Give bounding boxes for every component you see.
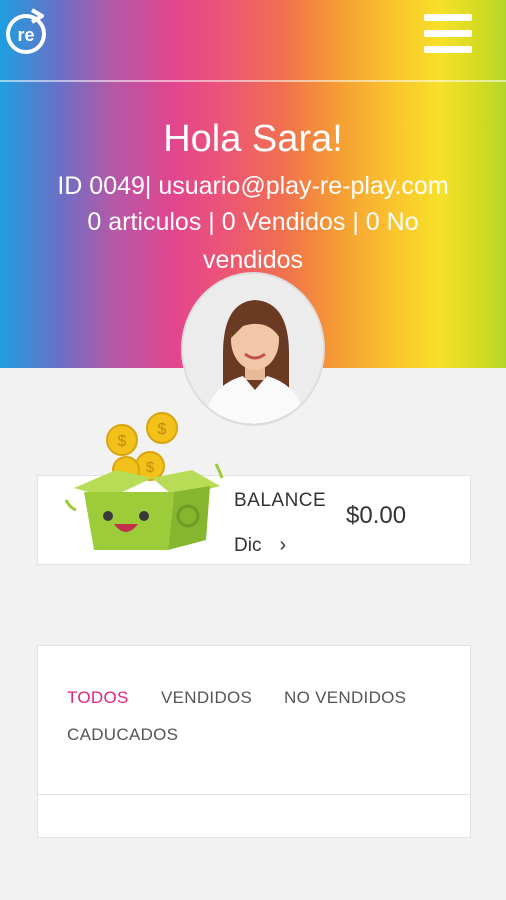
greeting-title: Hola Sara! <box>163 118 343 160</box>
svg-text:$: $ <box>158 421 167 438</box>
tab-no-vendidos[interactable]: NO VENDIDOS <box>284 688 406 708</box>
topbar-divider <box>0 80 506 82</box>
hamburger-menu-icon[interactable] <box>424 14 472 54</box>
chevron-right-icon: › <box>279 534 287 556</box>
balance-amount: $0.00 <box>346 502 407 529</box>
tab-vendidos[interactable]: VENDIDOS <box>161 688 252 708</box>
replay-logo-icon[interactable]: re <box>4 4 48 56</box>
user-portrait-image <box>183 274 323 424</box>
user-stats: 0 articulos | 0 Vendidos | 0 No vendidos <box>87 208 419 274</box>
menu-bar <box>424 30 472 37</box>
top-bar: re <box>0 0 506 80</box>
coin-box-mascot-icon: $ $ $ <box>64 412 224 550</box>
svg-text:$: $ <box>118 433 127 450</box>
menu-bar <box>424 14 472 21</box>
avatar[interactable] <box>181 272 325 426</box>
balance-label: BALANCE <box>234 490 327 511</box>
tabs-divider <box>38 794 470 795</box>
svg-text:re: re <box>17 25 34 45</box>
month-label: Dic <box>234 535 262 556</box>
menu-bar <box>424 46 472 53</box>
month-selector[interactable]: Dic › <box>234 534 286 557</box>
tab-todos[interactable]: TODOS <box>67 688 129 708</box>
tab-caducados[interactable]: CADUCADOS <box>67 725 178 745</box>
svg-text:$: $ <box>146 459 155 476</box>
user-id-email: ID 0049| usuario@play-re-play.com <box>57 172 449 200</box>
